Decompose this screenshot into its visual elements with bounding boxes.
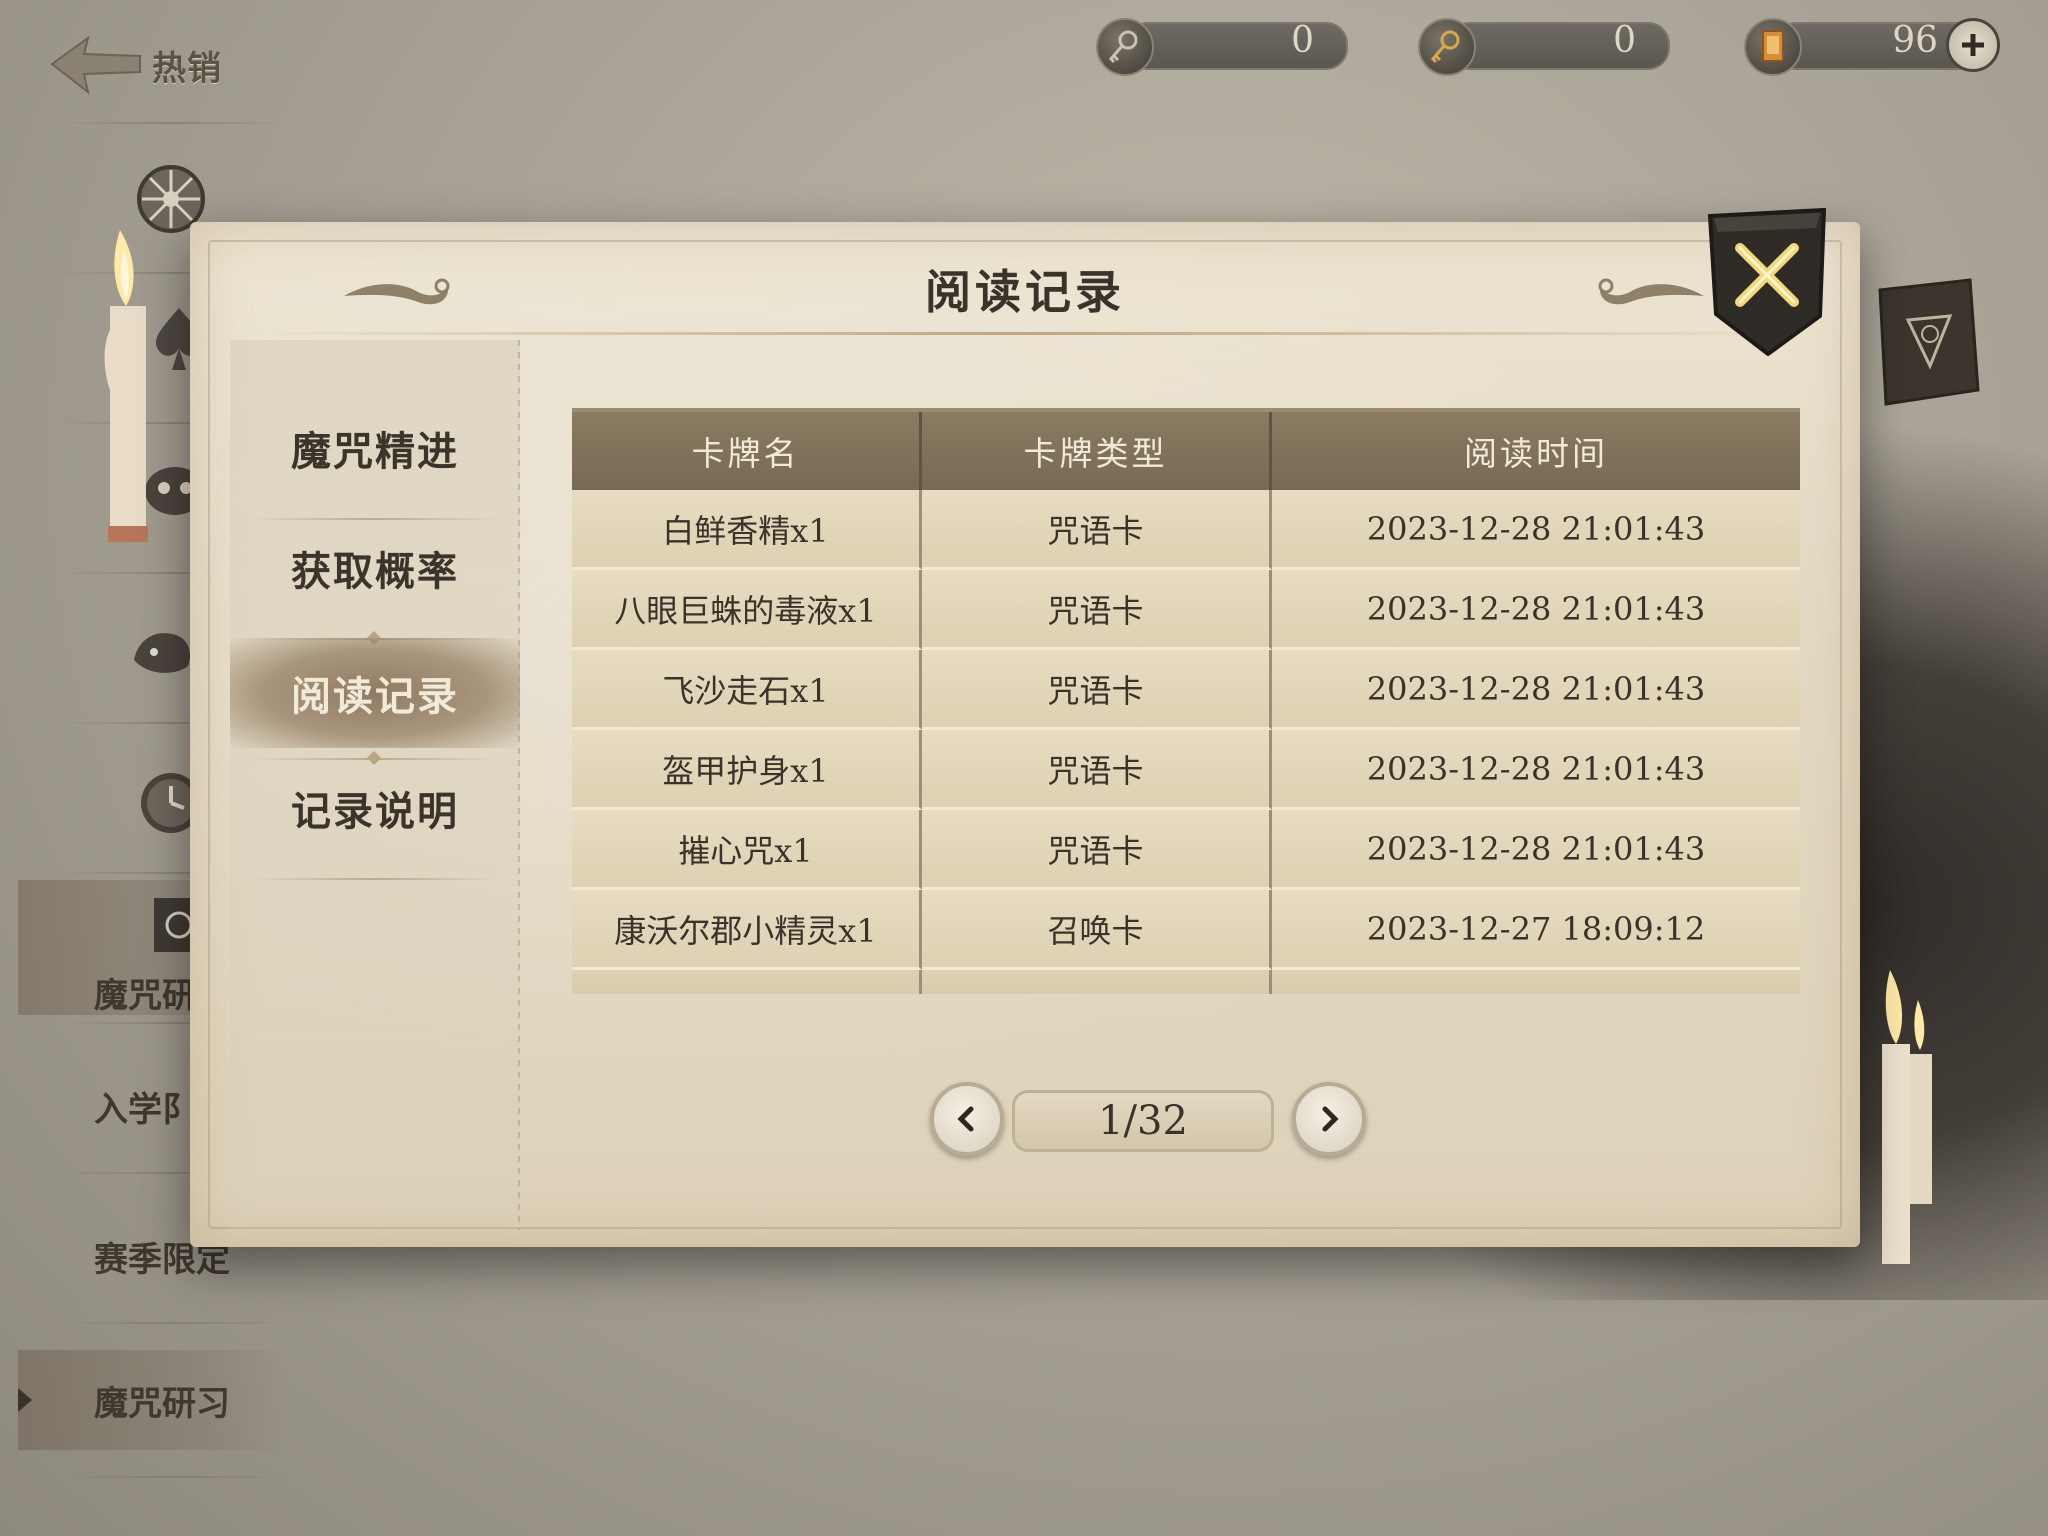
currency-spell-card: 96 xyxy=(1744,18,2000,76)
table-row: 盔甲护身x1 咒语卡 2023-12-28 21:01:43 xyxy=(572,730,1800,810)
cell-card-name: 八眼巨蛛的毒液x1 xyxy=(572,570,922,650)
nav-tab-drop-rate[interactable]: 获取概率 xyxy=(230,518,520,618)
candle-left-icon xyxy=(104,230,148,542)
nav-tab-reading-record[interactable]: 阅读记录 xyxy=(230,638,520,748)
cell-card-type: 咒语卡 xyxy=(922,490,1272,570)
title-flourish-right-icon xyxy=(1598,278,1704,305)
silver-key-icon xyxy=(1096,18,1154,76)
table-row: 八眼巨蛛的毒液x1 咒语卡 2023-12-28 21:01:43 xyxy=(572,570,1800,650)
dialog-nav: 魔咒精进 获取概率 阅读记录 记录说明 xyxy=(230,340,520,1230)
cell-card-type: 咒语卡 xyxy=(922,650,1272,730)
record-table: 卡牌名 卡牌类型 阅读时间 白鲜香精x1 咒语卡 2023-12-28 21:0… xyxy=(572,408,1800,994)
header-card-name: 卡牌名 xyxy=(572,412,922,490)
cell-read-time: 2023-12-28 21:01:43 xyxy=(1272,490,1800,570)
table-row: 康沃尔郡小精灵x1 召唤卡 2023-12-27 18:09:12 xyxy=(572,890,1800,970)
table-header: 卡牌名 卡牌类型 阅读时间 xyxy=(572,408,1800,490)
cell-card-name: 白鲜香精x1 xyxy=(572,490,922,570)
currency-gold-key: 0 xyxy=(1418,18,1670,76)
cell-read-time: 2023-12-28 21:01:43 xyxy=(1272,570,1800,650)
header-read-time: 阅读时间 xyxy=(1464,434,1608,473)
chevron-right-icon xyxy=(1322,1106,1339,1132)
table-row: 飞沙走石x1 咒语卡 2023-12-28 21:01:43 xyxy=(572,650,1800,730)
prev-page-button[interactable] xyxy=(930,1082,1004,1156)
spellbook-icon xyxy=(1878,278,1980,406)
sidebar-label-spell-practice: 魔咒研习 xyxy=(94,1384,230,1424)
sidebar-label-enrollment: 入学阝 xyxy=(94,1090,196,1130)
nav-tab-record-notes[interactable]: 记录说明 xyxy=(230,758,520,858)
next-page-button[interactable] xyxy=(1292,1082,1366,1156)
cell-read-time: 2023-12-27 18:09:12 xyxy=(1272,890,1800,970)
currency-silver-key: 0 xyxy=(1096,18,1348,76)
spell-card-count: 96 xyxy=(1892,20,1938,61)
gold-key-icon xyxy=(1418,18,1476,76)
candle-right-icon xyxy=(1882,970,1932,1264)
cell-card-type: 咒语卡 xyxy=(922,810,1272,890)
table-row: 白鲜香精x1 咒语卡 2023-12-28 21:01:43 xyxy=(572,490,1800,570)
cell-card-name: 摧心咒x1 xyxy=(572,810,922,890)
table-row: 摧心咒x1 咒语卡 2023-12-28 21:01:43 xyxy=(572,810,1800,890)
nav-tab-spell-advance[interactable]: 魔咒精进 xyxy=(230,398,520,498)
close-button[interactable] xyxy=(1702,204,1832,356)
header-card-type: 卡牌类型 xyxy=(922,412,1272,490)
spell-card-icon xyxy=(1744,18,1802,76)
cell-card-type: 咒语卡 xyxy=(922,730,1272,810)
active-marker-icon xyxy=(18,1388,32,1412)
cell-card-name: 盔甲护身x1 xyxy=(572,730,922,810)
title-divider xyxy=(240,332,1810,335)
plus-icon xyxy=(1962,34,1984,56)
silver-key-count: 0 xyxy=(1291,20,1314,61)
cell-card-name: 康沃尔郡小精灵x1 xyxy=(572,890,922,970)
cell-card-type: 召唤卡 xyxy=(922,890,1272,970)
page-indicator: 1/32 xyxy=(1012,1090,1274,1152)
sidebar-label-spell-study: 魔咒研 xyxy=(94,976,196,1016)
table-row-partial xyxy=(572,970,1800,994)
add-spell-card-button[interactable] xyxy=(1946,18,2000,72)
sidebar-item-spell-practice[interactable]: 魔咒研习 xyxy=(18,1350,288,1450)
cell-read-time: 2023-12-28 21:01:43 xyxy=(1272,810,1800,890)
gold-key-count: 0 xyxy=(1613,20,1636,61)
cell-card-type: 咒语卡 xyxy=(922,570,1272,650)
cell-card-name: 飞沙走石x1 xyxy=(572,650,922,730)
chevron-left-icon xyxy=(957,1106,974,1132)
reading-record-dialog: 阅读记录 魔咒精进 获取概率 阅读记录 记录说明 卡牌名 卡牌类型 阅读时间 白… xyxy=(190,207,1860,1247)
cell-read-time: 2023-12-28 21:01:43 xyxy=(1272,730,1800,810)
cell-read-time: 2023-12-28 21:01:43 xyxy=(1272,650,1800,730)
